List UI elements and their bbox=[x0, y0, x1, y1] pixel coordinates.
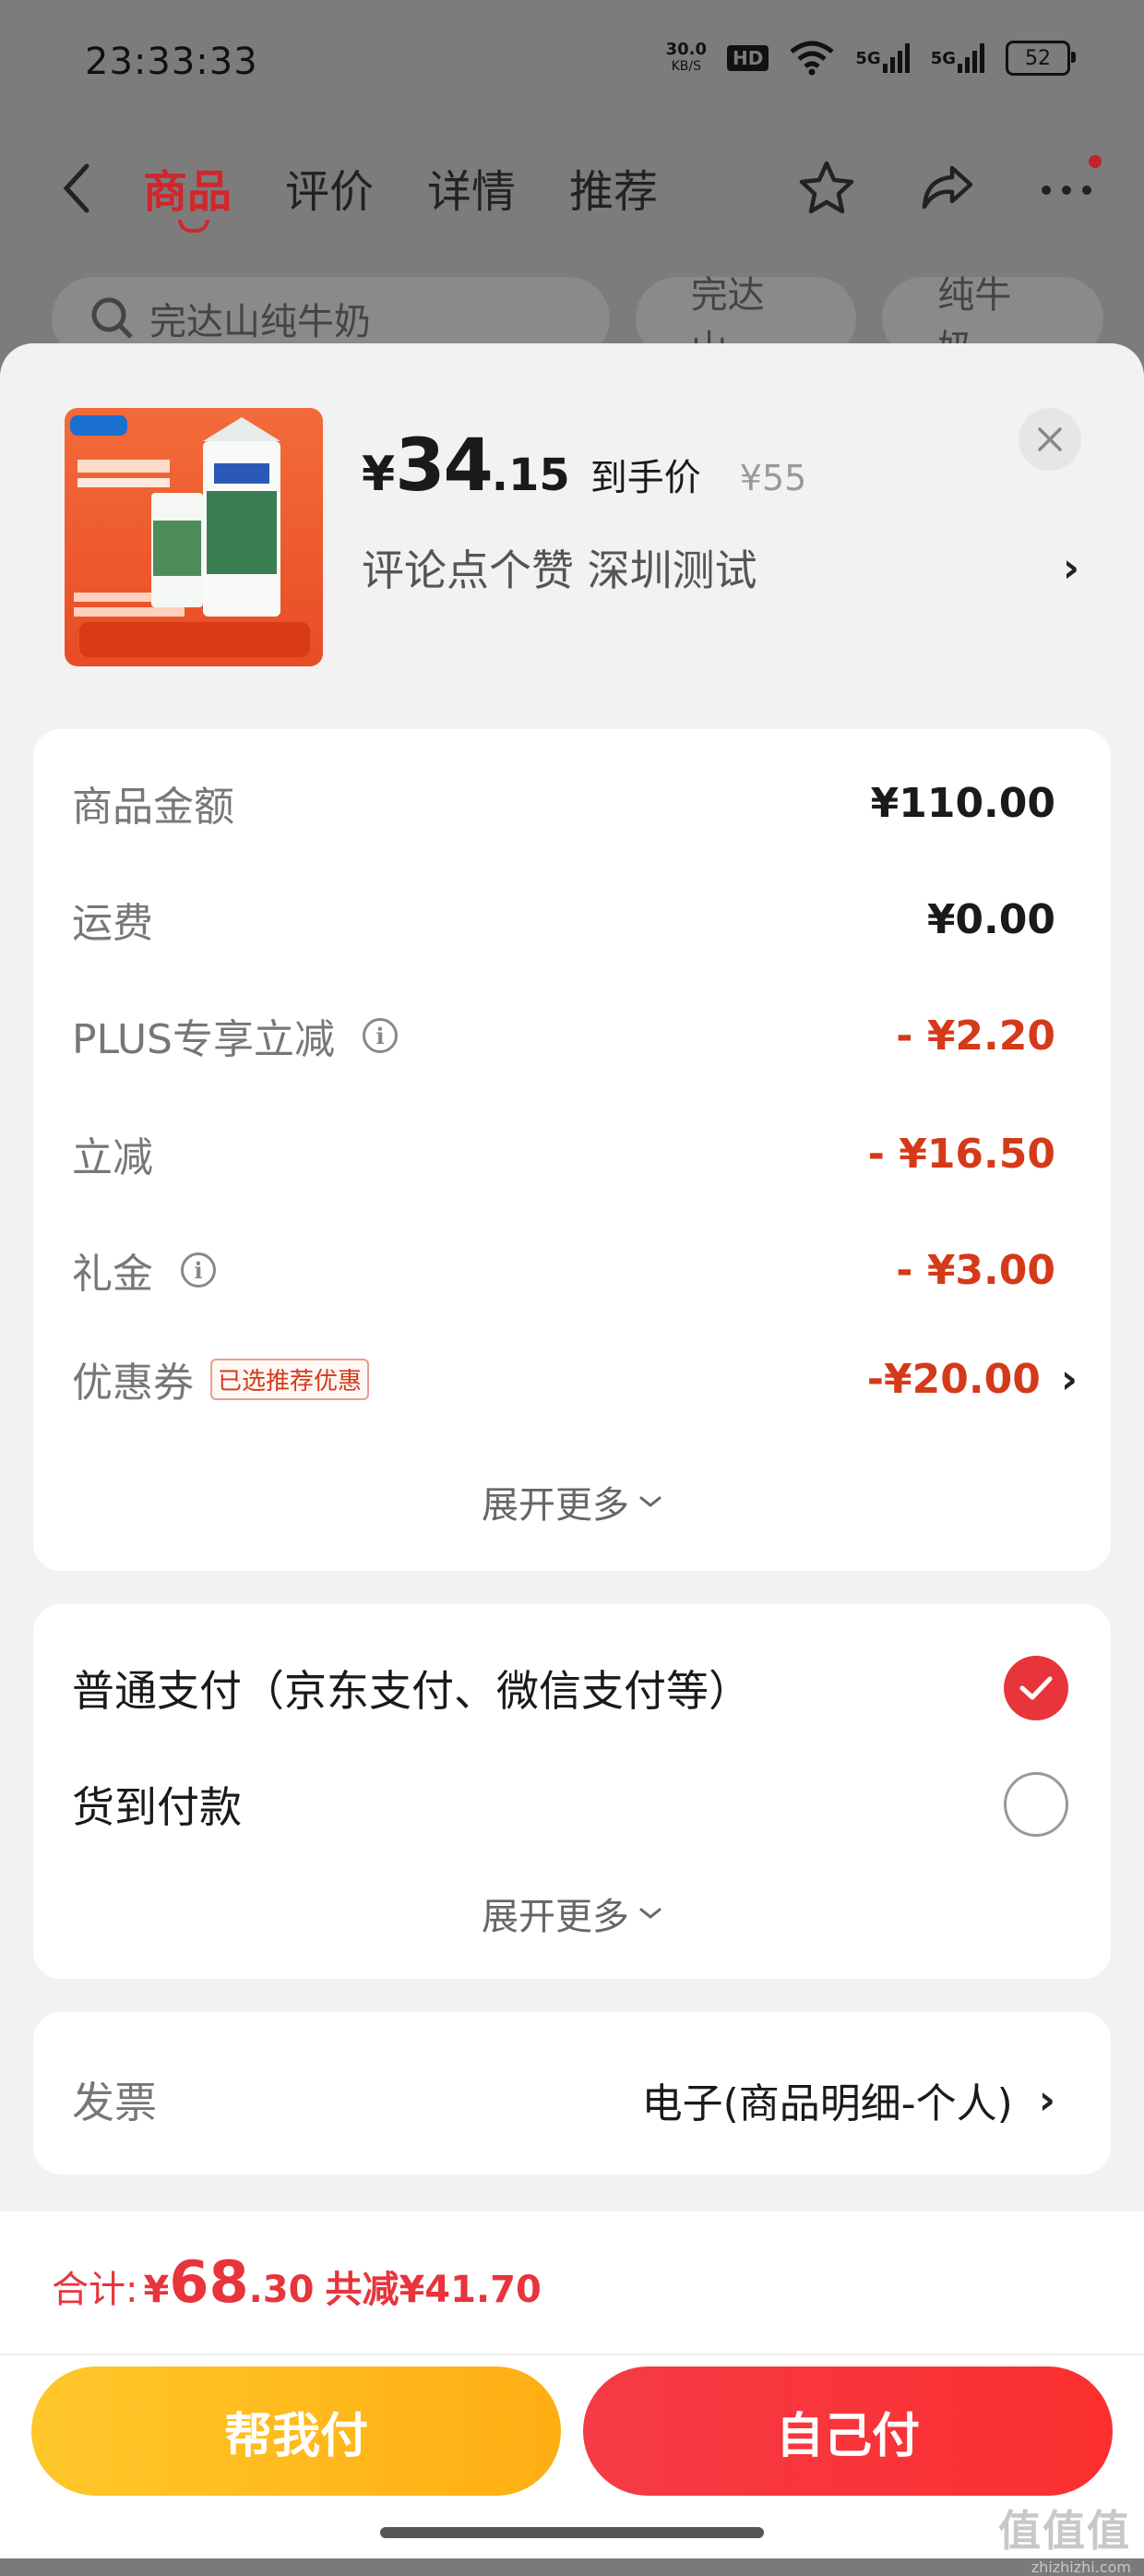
sku-selector[interactable]: 评论点个赞 深圳测试 › bbox=[362, 537, 1079, 598]
close-icon bbox=[1038, 427, 1062, 451]
status-time: 23:33:33 bbox=[85, 41, 258, 83]
chevron-down-icon bbox=[639, 1496, 661, 1507]
sku-text: 评论点个赞 深圳测试 bbox=[362, 545, 757, 595]
signal-sim2-icon: 5G bbox=[931, 43, 985, 73]
hd-icon: HD bbox=[727, 45, 769, 71]
product-image bbox=[65, 408, 323, 666]
tab-product[interactable]: 商品 bbox=[143, 155, 232, 233]
original-price: ¥55 bbox=[739, 458, 807, 498]
coupon-row[interactable]: 优惠券 已选推荐优惠 -¥20.00 › bbox=[72, 1349, 1078, 1408]
close-button[interactable] bbox=[1019, 408, 1081, 471]
divider bbox=[0, 2354, 1144, 2355]
amount-row: 商品金额 ¥110.00 bbox=[72, 779, 1055, 832]
network-speed: 30.0 KB/S bbox=[665, 40, 708, 75]
star-icon[interactable] bbox=[795, 157, 858, 220]
order-total: 合计: ¥ 68 .30 共减¥41.70 bbox=[52, 2248, 542, 2316]
product-nav-bar: 商品 评价 详情 推荐 bbox=[0, 138, 1144, 240]
back-icon[interactable] bbox=[55, 161, 101, 216]
invoice-value: 电子(商品明细-个人) bbox=[641, 2080, 1013, 2127]
chevron-down-icon bbox=[639, 1908, 661, 1919]
amount-card: 商品金额 ¥110.00 运费 ¥0.00 PLUS专享立减 i - ¥2.20… bbox=[33, 729, 1111, 1571]
search-icon bbox=[91, 297, 133, 339]
help-pay-button[interactable]: 帮我付 bbox=[31, 2366, 561, 2496]
deal-price: ¥ 34 .15 到手价 ¥55 bbox=[362, 425, 807, 508]
payment-option[interactable]: 普通支付（京东支付、微信支付等） bbox=[72, 1656, 1068, 1720]
chevron-right-icon: › bbox=[1060, 1355, 1078, 1403]
tab-details[interactable]: 详情 bbox=[427, 155, 516, 220]
payment-option[interactable]: 货到付款 bbox=[72, 1772, 1068, 1837]
price-tag: 到手价 bbox=[590, 457, 701, 499]
wifi-icon bbox=[790, 41, 834, 76]
nav-icons bbox=[795, 155, 1102, 220]
invoice-card[interactable]: 发票 电子(商品明细-个人) › bbox=[33, 2012, 1111, 2175]
background-page: 23:33:33 30.0 KB/S HD 5G 5G 52 商品 评价 详情 … bbox=[0, 0, 1144, 388]
expand-more-button[interactable]: 展开更多 bbox=[33, 1475, 1111, 1528]
payment-card: 普通支付（京东支付、微信支付等） 货到付款 展开更多 bbox=[33, 1604, 1111, 1979]
amount-row: 礼金 i - ¥3.00 bbox=[72, 1246, 1055, 1299]
amount-row: PLUS专享立减 i - ¥2.20 bbox=[72, 1012, 1055, 1064]
status-indicators: 30.0 KB/S HD 5G 5G 52 bbox=[665, 40, 1076, 76]
invoice-label: 发票 bbox=[72, 2078, 157, 2127]
battery-icon: 52 bbox=[1006, 41, 1076, 76]
home-indicator[interactable] bbox=[380, 2527, 764, 2538]
chevron-right-icon: › bbox=[1038, 2076, 1055, 2124]
more-icon[interactable] bbox=[1035, 155, 1102, 220]
self-pay-button[interactable]: 自己付 bbox=[583, 2366, 1113, 2496]
nav-tabs: 商品 评价 详情 推荐 bbox=[143, 155, 658, 233]
checked-icon[interactable] bbox=[1004, 1656, 1068, 1720]
unchecked-icon[interactable] bbox=[1004, 1772, 1068, 1837]
coupon-badge: 已选推荐优惠 bbox=[210, 1358, 370, 1400]
watermark: 值值值 zhizhizhi.com bbox=[998, 2506, 1131, 2576]
total-saved: 共减¥41.70 bbox=[325, 2269, 542, 2311]
amount-row: 立减 - ¥16.50 bbox=[72, 1130, 1055, 1182]
status-bar: 23:33:33 30.0 KB/S HD 5G 5G 52 bbox=[0, 0, 1144, 129]
expand-more-button[interactable]: 展开更多 bbox=[33, 1887, 1111, 1940]
tab-reviews[interactable]: 评价 bbox=[285, 155, 374, 220]
share-icon[interactable] bbox=[915, 157, 978, 220]
signal-sim1-icon: 5G bbox=[855, 43, 910, 73]
amount-row: 运费 ¥0.00 bbox=[72, 895, 1055, 948]
bottom-action-bar: 合计: ¥ 68 .30 共减¥41.70 帮我付 自己付 值值值 zhizhi… bbox=[0, 2211, 1144, 2576]
notification-dot bbox=[1089, 155, 1102, 168]
chevron-right-icon: › bbox=[1062, 544, 1079, 592]
tab-recommend[interactable]: 推荐 bbox=[569, 155, 658, 220]
info-icon[interactable]: i bbox=[363, 1018, 398, 1053]
info-icon[interactable]: i bbox=[181, 1252, 216, 1288]
